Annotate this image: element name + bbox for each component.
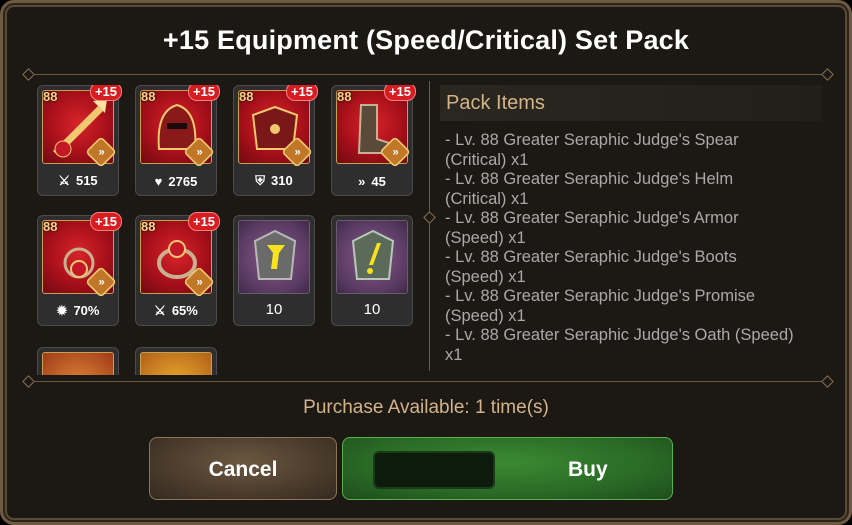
sword-icon: ⚔ xyxy=(154,303,166,318)
pack-line: - Lv. 88 Greater Seraphic Judge's Helm xyxy=(445,170,734,188)
pack-line: - Lv. 88 Greater Seraphic Judge's Armor xyxy=(445,209,739,227)
item-stat-value: 45 xyxy=(371,174,386,189)
pack-line: (Speed) x1 xyxy=(445,267,526,286)
charm-yellow-icon xyxy=(238,220,310,294)
price-box xyxy=(373,451,495,489)
item-level: 88 xyxy=(239,89,254,104)
enhance-badge: +15 xyxy=(89,85,122,101)
divider-ornament xyxy=(22,375,35,388)
buy-button[interactable]: Buy xyxy=(342,437,673,500)
item-spear[interactable]: 88 +15 » ⚔ 515 xyxy=(37,85,122,196)
purchase-limit-text: Purchase Available: 1 time(s) xyxy=(303,397,549,418)
pack-line: (Critical) x1 xyxy=(445,150,529,169)
divider-ornament xyxy=(423,211,436,224)
pack-line: (Speed) x1 xyxy=(445,306,526,325)
bottom-divider xyxy=(29,381,829,382)
enhance-badge: +15 xyxy=(187,85,220,101)
divider-ornament xyxy=(22,68,35,81)
pack-line: - Lv. 88 Greater Seraphic Judge's Oath (… xyxy=(445,326,794,344)
item-partial[interactable] xyxy=(135,347,217,375)
item-level: 88 xyxy=(141,89,156,104)
pack-line: - Lv. 88 Greater Seraphic Judge's Spear xyxy=(445,131,739,149)
item-oath[interactable]: 88 +15 » ⚔ 65% xyxy=(135,212,220,326)
item-stat: ✹ 70% xyxy=(38,303,118,319)
item-count: 10 xyxy=(363,301,381,318)
item-stat: ⚔ 65% xyxy=(136,303,216,319)
pack-line: (Speed) x1 xyxy=(445,228,526,247)
charm-green-icon xyxy=(336,220,408,294)
item-count: 10 xyxy=(265,301,283,318)
pack-line: - Lv. 88 Greater Seraphic Judge's Boots xyxy=(445,248,737,266)
divider-ornament xyxy=(821,375,834,388)
enhance-badge: +15 xyxy=(187,212,220,231)
item-partial[interactable] xyxy=(37,347,119,375)
item-stat-value: 70% xyxy=(73,303,100,318)
pack-items-title: Pack Items xyxy=(440,85,822,121)
items-grid[interactable]: 88 +15 » ⚔ 515 88 +15 » ♥ 2765 88 +15 » ⛨ 3… xyxy=(37,85,422,375)
enhance-badge: +15 xyxy=(383,85,416,101)
item-stat: ♥ 2765 xyxy=(136,174,216,189)
item-stat-value: 65% xyxy=(171,303,198,318)
pack-line: - Lv. 88 Greater Seraphic Judge's Promis… xyxy=(445,287,756,305)
item-promise[interactable]: 88 +15 » ✹ 70% xyxy=(37,212,122,326)
item-armor[interactable]: 88 +15 » ⛨ 310 xyxy=(233,85,318,196)
pack-line: (Critical) x1 xyxy=(445,189,529,208)
pack-items-panel[interactable]: Pack Items - Lv. 88 Greater Seraphic Jud… xyxy=(440,81,822,373)
pack-line: x1 xyxy=(445,345,463,364)
item-art xyxy=(140,352,212,375)
item-stat: ⛨ 310 xyxy=(234,173,314,189)
crit-icon: ✹ xyxy=(56,303,68,318)
enhance-badge: +15 xyxy=(285,85,318,101)
shield-icon: ⛨ xyxy=(255,173,266,188)
divider-ornament xyxy=(821,68,834,81)
item-level: 88 xyxy=(337,89,352,104)
item-charm-green[interactable]: 10 xyxy=(331,215,413,326)
item-stat: ⚔ 515 xyxy=(38,173,118,189)
heart-icon: ♥ xyxy=(154,174,163,189)
item-stat-value: 515 xyxy=(75,173,98,188)
pack-dialog: +15 Equipment (Speed/Critical) Set Pack … xyxy=(0,0,852,525)
speed-icon: » xyxy=(358,174,366,189)
dialog-title: +15 Equipment (Speed/Critical) Set Pack xyxy=(162,25,690,55)
top-divider xyxy=(29,74,829,75)
buy-label: Buy xyxy=(568,458,608,481)
item-stat-value: 2765 xyxy=(168,174,198,189)
item-stat-value: 310 xyxy=(271,173,293,188)
sword-icon: ⚔ xyxy=(58,173,70,188)
enhance-badge: +15 xyxy=(89,212,122,231)
item-helm[interactable]: 88 +15 » ♥ 2765 xyxy=(135,85,220,196)
item-charm-yellow[interactable]: 10 xyxy=(233,215,315,326)
item-art xyxy=(42,352,114,375)
cancel-button[interactable]: Cancel xyxy=(149,437,337,500)
item-level: 88 xyxy=(43,89,58,104)
item-boots[interactable]: 88 +15 » » 45 xyxy=(331,85,416,196)
column-divider xyxy=(429,81,430,371)
item-stat: » 45 xyxy=(332,174,412,189)
item-level: 88 xyxy=(43,219,58,234)
item-level: 88 xyxy=(141,219,156,234)
pack-items-list: - Lv. 88 Greater Seraphic Judge's Spear … xyxy=(445,131,822,365)
